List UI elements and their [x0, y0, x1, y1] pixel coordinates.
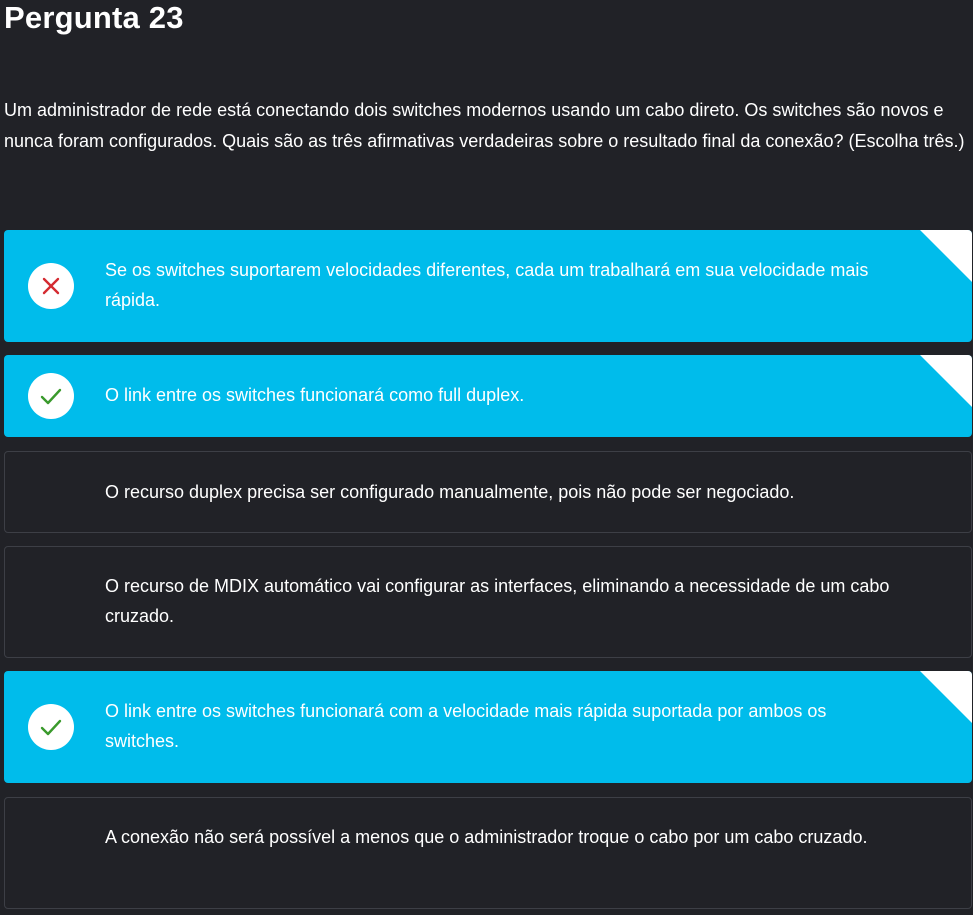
- selected-corner-marker: [920, 355, 972, 407]
- question-text: Um administrador de rede está conectando…: [4, 100, 965, 151]
- question-title: Pergunta 23: [4, 0, 184, 35]
- answer-option-label: Se os switches suportarem velocidades di…: [105, 260, 869, 310]
- answer-option-6[interactable]: A conexão não será possível a menos que …: [4, 797, 972, 909]
- answer-option-4[interactable]: O recurso de MDIX automático vai configu…: [4, 546, 972, 658]
- answer-option-3[interactable]: O recurso duplex precisa ser configurado…: [4, 451, 972, 533]
- selected-corner-marker: [920, 230, 972, 282]
- answer-option-5[interactable]: O link entre os switches funcionará com …: [4, 671, 972, 783]
- answer-option-2[interactable]: O link entre os switches funcionará como…: [4, 355, 972, 437]
- answer-option-label: O recurso duplex precisa ser configurado…: [105, 482, 795, 502]
- incorrect-icon: [28, 263, 74, 309]
- selected-corner-marker: [920, 671, 972, 723]
- answer-option-label: O link entre os switches funcionará como…: [105, 385, 525, 405]
- correct-check-icon: [28, 373, 74, 419]
- answer-option-label: O link entre os switches funcionará com …: [105, 701, 827, 751]
- answer-option-label: O recurso de MDIX automático vai configu…: [105, 576, 890, 626]
- answer-option-1[interactable]: Se os switches suportarem velocidades di…: [4, 230, 972, 342]
- correct-check-icon: [28, 704, 74, 750]
- answer-option-label: A conexão não será possível a menos que …: [105, 827, 868, 847]
